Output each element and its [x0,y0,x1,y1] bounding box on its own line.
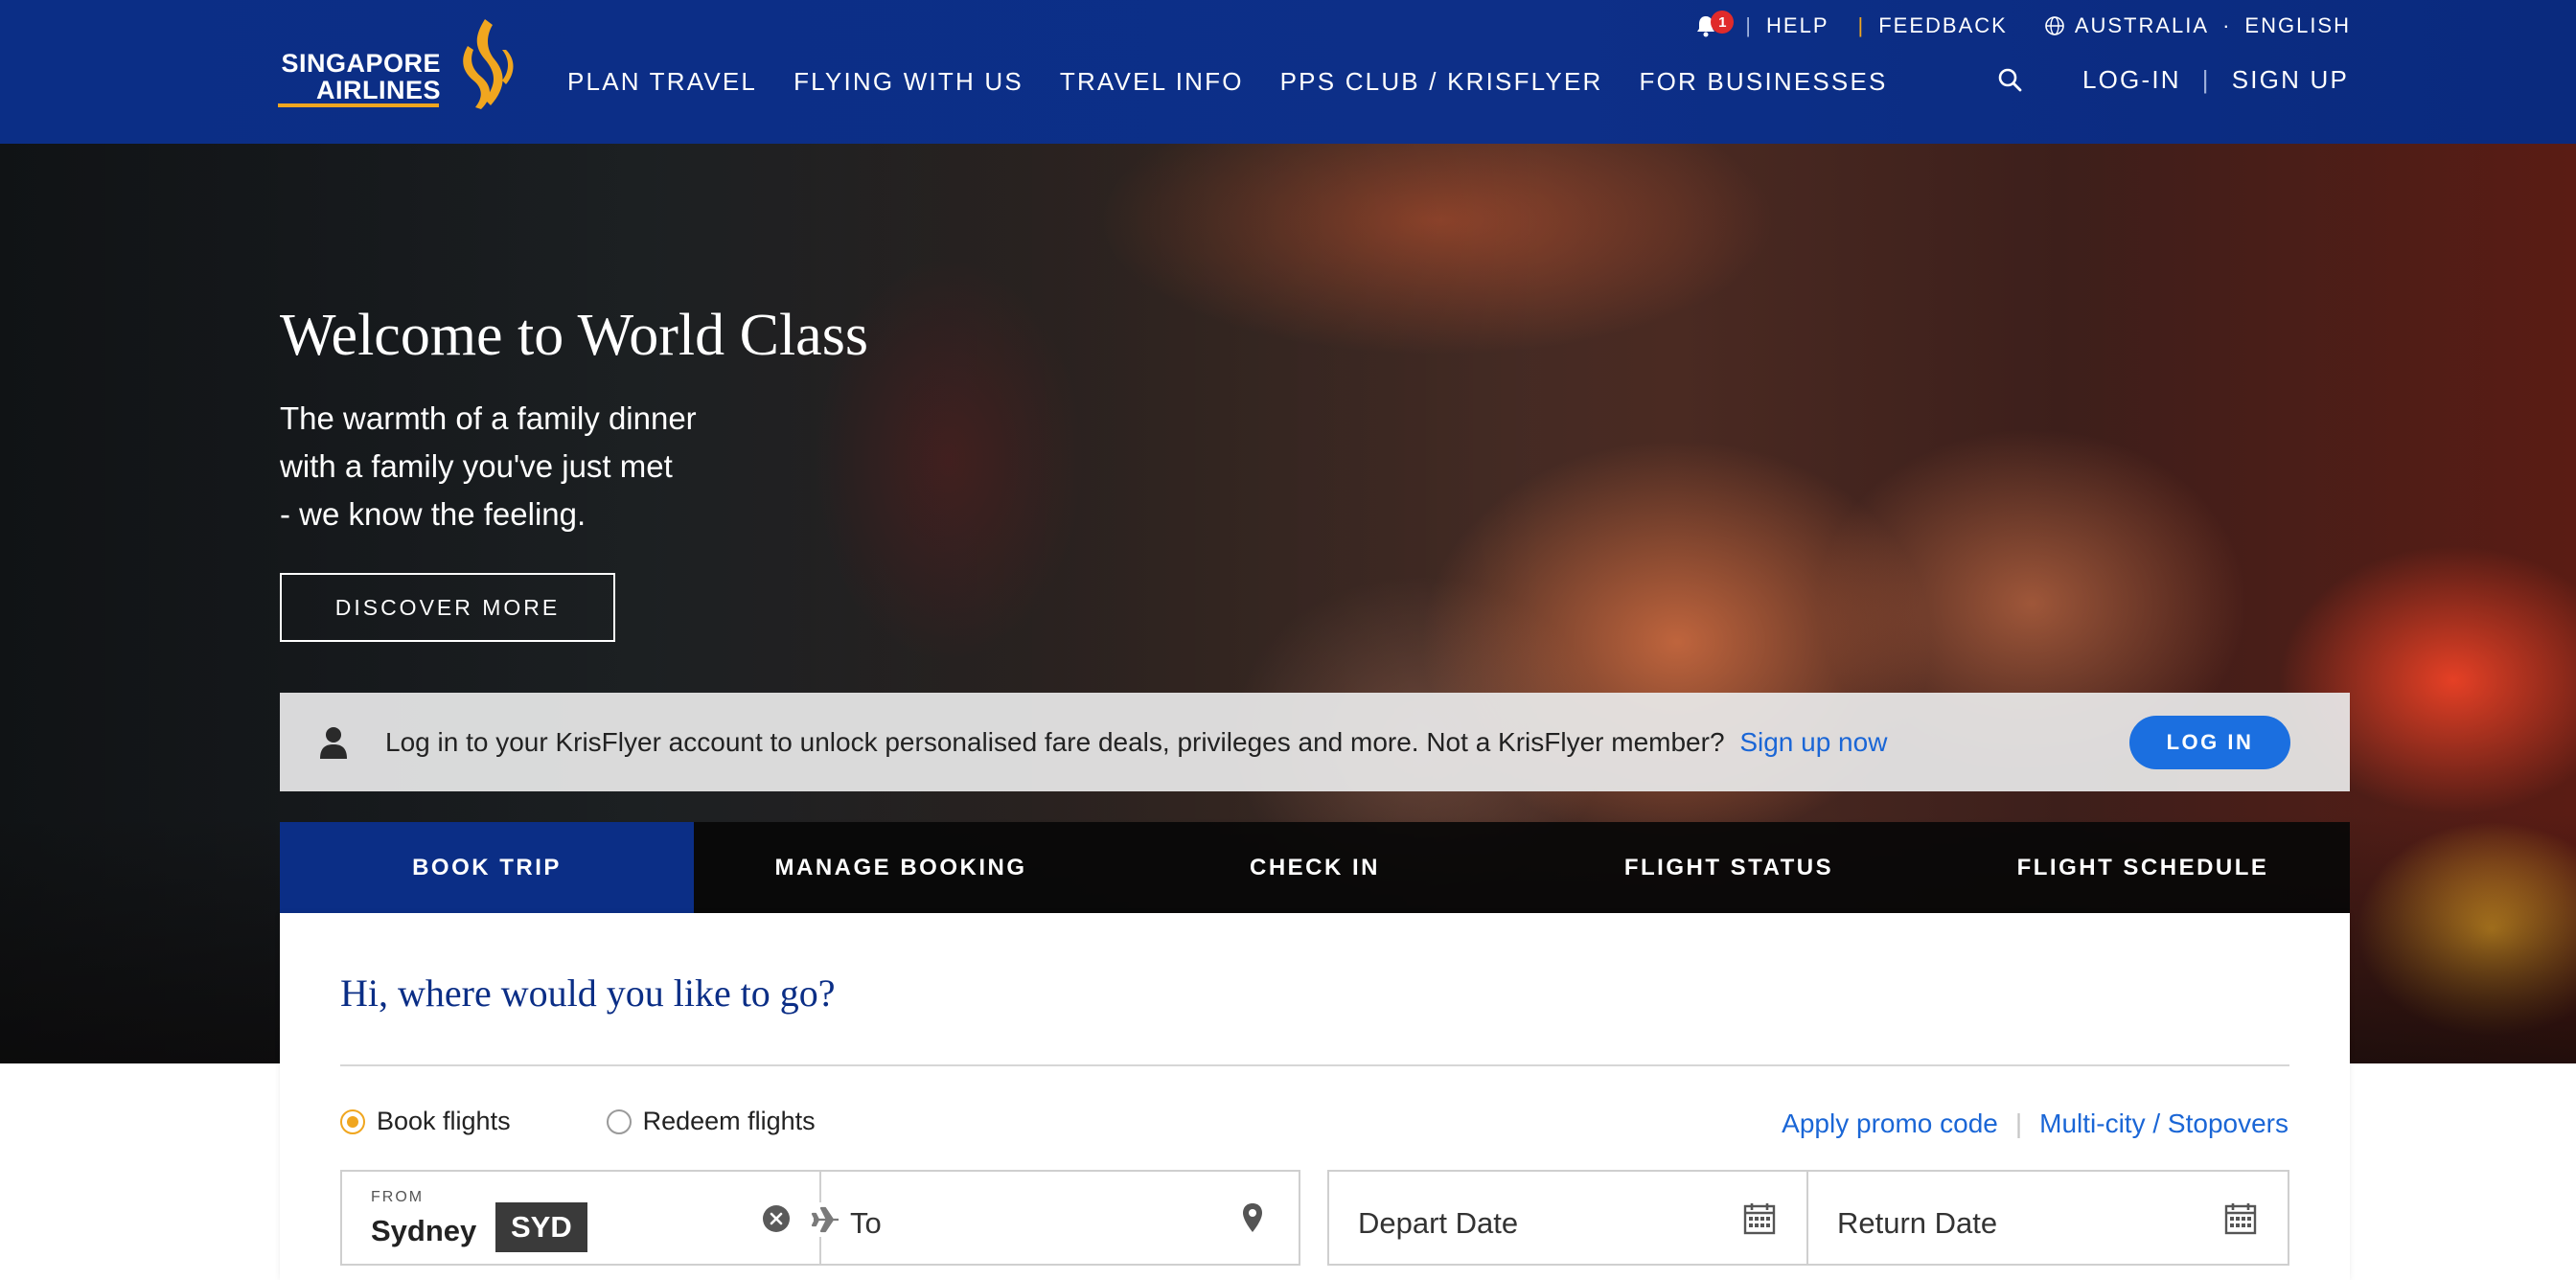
trip-type-options: Book flights Redeem flights [340,1107,816,1136]
to-field[interactable]: To [808,1170,1300,1266]
login-banner-message: Log in to your KrisFlyer account to unlo… [385,726,1725,757]
main-nav: PLAN TRAVEL FLYING WITH US TRAVEL INFO P… [567,67,1888,97]
hero-subtitle-line: with a family you've just met [280,448,673,484]
krisflyer-login-banner: Log in to your KrisFlyer account to unlo… [280,693,2350,791]
login-banner-text: Log in to your KrisFlyer account to unlo… [385,727,1887,758]
hero-title: Welcome to World Class [280,303,868,368]
person-icon [320,726,347,759]
logo-line-1: SINGAPORE [281,49,441,78]
booking-links: Apply promo code | Multi-city / Stopover… [1782,1109,2288,1139]
divider: | [1745,13,1754,37]
logo-line-2: AIRLINES [315,76,441,104]
feedback-link[interactable]: FEEDBACK [1878,13,2008,38]
tab-check-in[interactable]: CHECK IN [1108,822,1522,913]
globe-icon [2045,16,2064,35]
help-link[interactable]: HELP [1766,13,1828,38]
apply-promo-code-link[interactable]: Apply promo code [1782,1109,1998,1139]
book-flights-radio[interactable] [340,1109,365,1134]
tab-manage-booking[interactable]: MANAGE BOOKING [694,822,1108,913]
from-city: Sydney [371,1214,477,1247]
tab-flight-schedule[interactable]: FLIGHT SCHEDULE [1936,822,2350,913]
hero-subtitle-line: The warmth of a family dinner [280,400,697,436]
language-selector[interactable]: ENGLISH [2244,13,2351,38]
divider: | [1857,13,1866,37]
depart-date-placeholder: Depart Date [1358,1206,1519,1240]
sia-bird-logo-icon [463,19,514,109]
nav-flying-with-us[interactable]: FLYING WITH US [794,67,1024,97]
notification-badge: 1 [1711,11,1735,34]
nav-plan-travel[interactable]: PLAN TRAVEL [567,67,757,97]
book-flights-label[interactable]: Book flights [377,1107,511,1136]
discover-more-button[interactable]: DISCOVER MORE [280,573,615,642]
hero-subtitle: The warmth of a family dinner with a fam… [280,395,816,538]
search-icon[interactable] [1996,66,2025,95]
booking-panel: Hi, where would you like to go? Book fli… [280,913,2350,1280]
depart-date-field[interactable]: Depart Date [1327,1170,1808,1266]
redeem-flights-radio[interactable] [606,1109,632,1134]
calendar-icon [2224,1203,2257,1235]
tab-flight-status[interactable]: FLIGHT STATUS [1522,822,1936,913]
plane-icon [808,1202,844,1237]
redeem-flights-label[interactable]: Redeem flights [643,1107,816,1136]
return-date-field[interactable]: Return Date [1806,1170,2289,1266]
utility-nav: 1 | HELP | FEEDBACK AUSTRALIA · ENGLISH [1695,11,2351,40]
multi-city-stopovers-link[interactable]: Multi-city / Stopovers [2039,1109,2288,1139]
divider: | [2201,65,2211,94]
signup-link[interactable]: SIGN UP [2232,65,2349,95]
divider: | [2014,1109,2023,1138]
singapore-airlines-logo[interactable]: SINGAPORE AIRLINES [278,17,518,109]
login-link[interactable]: LOG-IN [2082,65,2181,95]
calendar-icon [1743,1203,1776,1235]
from-field[interactable]: FROM Sydney SYD [340,1170,821,1266]
nav-pps-club-krisflyer[interactable]: PPS CLUB / KRISFLYER [1280,67,1603,97]
nav-travel-info[interactable]: TRAVEL INFO [1060,67,1244,97]
tab-book-trip[interactable]: BOOK TRIP [280,822,694,913]
country-selector[interactable]: AUSTRALIA [2075,13,2209,38]
booking-title: Hi, where would you like to go? [340,971,836,1015]
hero-subtitle-line: - we know the feeling. [280,496,586,532]
from-label: FROM [371,1189,425,1205]
site-header: SINGAPORE AIRLINES 1 | HELP | FEEDBACK A… [0,0,2576,144]
divider [340,1064,2289,1066]
from-airport-code: SYD [495,1202,587,1252]
logo-wordmark: SINGAPORE AIRLINES [278,50,441,103]
account-nav: LOG-IN | SIGN UP [1996,65,2349,95]
dot-separator: · [2222,13,2232,37]
clear-icon[interactable] [762,1204,791,1233]
location-pin-icon [1243,1203,1262,1232]
return-date-placeholder: Return Date [1837,1206,1998,1240]
logo-underline [278,103,439,107]
to-placeholder: To [850,1206,882,1240]
signup-now-link[interactable]: Sign up now [1739,727,1887,757]
nav-for-businesses[interactable]: FOR BUSINESSES [1639,67,1887,97]
booking-tabs: BOOK TRIP MANAGE BOOKING CHECK IN FLIGHT… [280,822,2350,913]
notification-bell[interactable]: 1 [1695,11,1735,37]
banner-login-button[interactable]: LOG IN [2129,716,2290,769]
